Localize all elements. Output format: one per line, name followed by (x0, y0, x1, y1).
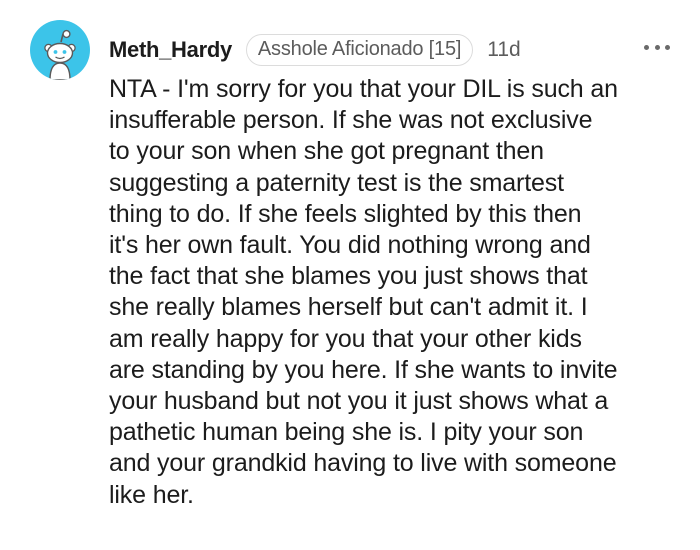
comment-header: Meth_Hardy Asshole Aficionado [15] 11d (109, 33, 670, 67)
more-dot (654, 44, 660, 50)
comment-body-line: she really blames herself but can't admi… (109, 293, 588, 322)
comment-body-line: suggesting a paternity test is the smart… (109, 168, 564, 197)
comment-body-line: NTA - I'm sorry for you that your DIL is… (109, 75, 618, 103)
user-flair-badge: Asshole Aficionado [15] (245, 34, 474, 66)
username-link[interactable]: Meth_Hardy (109, 37, 232, 63)
more-dot (644, 44, 649, 50)
comment: Meth_Hardy Asshole Aficionado [15] 11d N… (0, 0, 700, 550)
comment-body-line: pathetic human being she is. I pity your… (109, 418, 584, 447)
comment-body-line: and your grandkid having to live with so… (109, 449, 617, 478)
comment-body: NTA - I'm sorry for you that your DIL is… (109, 74, 694, 511)
more-options-icon[interactable] (644, 39, 670, 55)
comment-body-line: thing to do. If she feels slighted by th… (109, 199, 582, 228)
comment-body-line: the fact that she blames you just shows … (109, 262, 588, 291)
comment-body-line: are standing by you here. If she wants t… (109, 355, 618, 384)
comment-body-line: to your son when she got pregnant then (109, 137, 544, 166)
comment-body-line: am really happy for you that your other … (109, 324, 582, 353)
more-dot (665, 44, 670, 50)
reddit-snoo-icon (44, 29, 76, 80)
comment-body-line: your husband but not you it just shows w… (109, 387, 609, 416)
comment-timestamp: 11d (487, 38, 521, 61)
comment-body-line: it's her own fault. You did nothing wron… (109, 231, 591, 260)
comment-body-line: insufferable person. If she was not excl… (109, 106, 593, 135)
comment-body-line: like her. (109, 480, 194, 509)
user-avatar[interactable] (30, 20, 90, 80)
